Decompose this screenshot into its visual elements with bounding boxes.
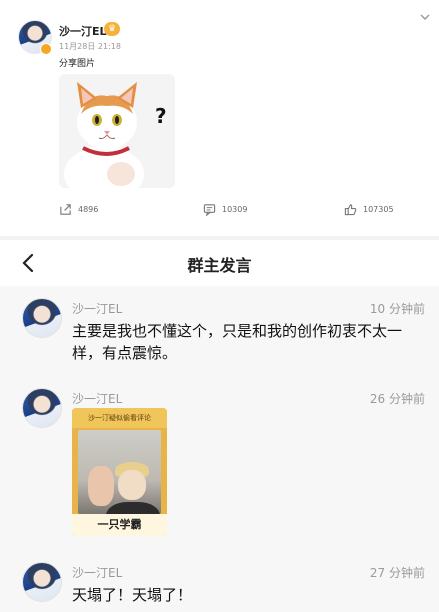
verified-badge-icon xyxy=(40,43,52,55)
message-text[interactable]: 主要是我也不懂这个，只是和我的创作初衷不太一样，有点震惊。 xyxy=(72,320,422,364)
member-crown-icon: ♛ xyxy=(104,22,120,36)
sticker-bottom-caption: 一只学霸 xyxy=(72,514,167,536)
question-mark: ? xyxy=(155,104,167,128)
sticker-top-caption: 沙一汀疑似偷看评论 xyxy=(72,408,167,428)
post-text: 分享图片 xyxy=(59,59,96,69)
like-action[interactable]: 107305 xyxy=(344,202,394,216)
chevron-down-icon[interactable] xyxy=(418,10,432,24)
weibo-post: 沙一汀EL ♛ 11月28日 21:18 分享图片 ? 4896 10309 1… xyxy=(0,0,439,236)
comment-action[interactable]: 10309 xyxy=(203,202,247,216)
message-author: 沙一汀EL xyxy=(72,566,123,580)
comment-count: 10309 xyxy=(222,204,248,214)
message-time: 27 分钟前 xyxy=(369,566,425,580)
share-icon xyxy=(60,203,71,215)
thumbs-up-icon xyxy=(344,203,357,215)
share-action[interactable]: 4896 xyxy=(59,202,98,216)
sticker-hand xyxy=(88,466,114,506)
message-avatar[interactable] xyxy=(22,298,62,338)
share-count: 4896 xyxy=(78,204,99,214)
post-timestamp: 11月28日 21:18 xyxy=(59,42,121,51)
message-time: 26 分钟前 xyxy=(369,392,425,406)
message-text[interactable]: 天塌了！天塌了！ xyxy=(72,584,422,606)
message-time: 10 分钟前 xyxy=(369,302,425,316)
message-author: 沙一汀EL xyxy=(72,302,123,316)
message-sticker-image[interactable]: 沙一汀疑似偷看评论 一只学霸 xyxy=(72,408,167,536)
sticker-photo xyxy=(78,430,161,536)
comment-icon xyxy=(203,203,216,216)
author-name[interactable]: 沙一汀EL xyxy=(59,23,107,39)
cat-illustration xyxy=(59,74,175,188)
like-count: 107305 xyxy=(363,204,394,214)
page-title: 群主发言 xyxy=(187,256,252,275)
sticker-face xyxy=(118,470,146,500)
post-image[interactable]: ? xyxy=(59,74,175,188)
chat-header: 群主发言 xyxy=(0,240,439,286)
message-avatar[interactable] xyxy=(22,562,62,602)
message-avatar[interactable] xyxy=(22,388,62,428)
message-author: 沙一汀EL xyxy=(72,392,123,406)
